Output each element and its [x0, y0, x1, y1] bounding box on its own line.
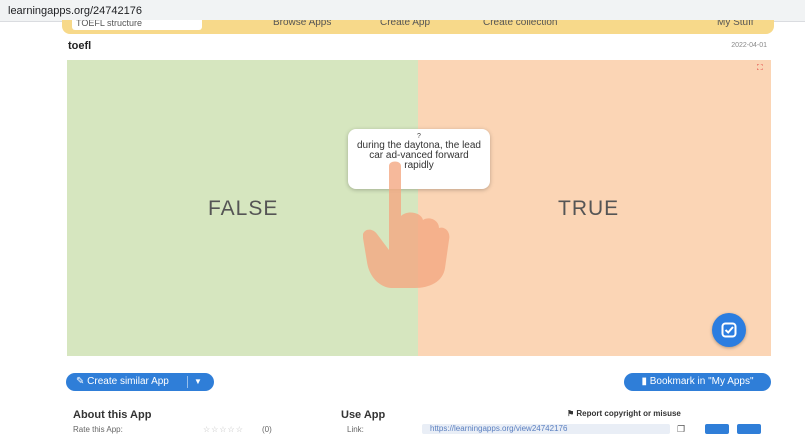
rating-count: (0)	[262, 425, 272, 434]
create-similar-app-button[interactable]: ✎ Create similar App ▼	[66, 373, 214, 391]
browser-address-bar[interactable]: learningapps.org/24742176	[0, 0, 805, 22]
check-icon	[721, 322, 737, 338]
top-navigation: TOEFL structure Browse Apps Create App C…	[62, 20, 774, 34]
nav-create-app[interactable]: Create App	[380, 20, 430, 28]
fullscreen-icon[interactable]: ⛶	[757, 64, 767, 72]
flag-icon: ⚑	[567, 409, 577, 418]
embed-button[interactable]	[737, 424, 761, 434]
chevron-down-icon[interactable]: ▼	[194, 373, 202, 391]
share-button[interactable]	[705, 424, 729, 434]
edit-icon: ✎	[76, 376, 88, 387]
report-link[interactable]: ⚑ Report copyright or misuse	[567, 409, 681, 418]
link-label: Link:	[347, 425, 364, 434]
report-label: Report copyright or misuse	[576, 409, 681, 418]
search-input[interactable]: TOEFL structure	[72, 20, 202, 30]
rate-label: Rate this App:	[73, 425, 123, 434]
nav-browse-apps[interactable]: Browse Apps	[273, 20, 331, 28]
app-board: FALSE TRUE ? during the daytona, the lea…	[67, 60, 771, 356]
false-label: FALSE	[208, 197, 279, 220]
about-title: About this App	[73, 409, 152, 421]
create-similar-label: Create similar App	[87, 376, 169, 387]
drag-hint-hand-icon	[363, 161, 450, 288]
app-date: 2022-04-01	[731, 42, 767, 49]
copy-icon[interactable]: ❐	[677, 424, 685, 435]
button-divider	[187, 376, 188, 388]
true-label: TRUE	[558, 197, 620, 220]
url-text[interactable]: learningapps.org/24742176	[8, 5, 142, 17]
rating-stars[interactable]: ☆☆☆☆☆	[203, 425, 244, 434]
use-title: Use App	[341, 409, 386, 421]
card-question-marker: ?	[417, 133, 421, 140]
bookmark-icon: ▮	[641, 376, 650, 387]
nav-my-stuff[interactable]: My Stuff	[717, 20, 754, 28]
app-link-field[interactable]: https://learningapps.org/view24742176	[422, 424, 670, 434]
check-answers-button[interactable]	[712, 313, 746, 347]
nav-create-collection[interactable]: Create collection	[483, 20, 557, 28]
bookmark-button[interactable]: ▮ Bookmark in "My Apps"	[624, 373, 771, 391]
bookmark-label: Bookmark in "My Apps"	[649, 376, 754, 387]
app-title: toefl	[68, 40, 92, 52]
